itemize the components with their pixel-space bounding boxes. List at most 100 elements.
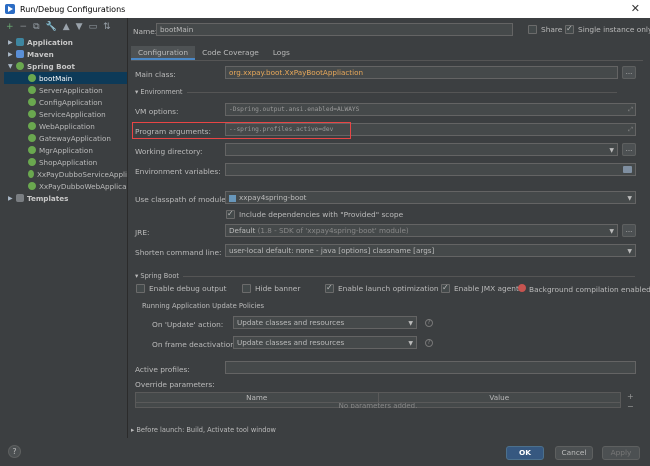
- debug-output-checkbox[interactable]: Enable debug output: [136, 284, 227, 293]
- section-divider: [186, 91, 617, 93]
- folder-icon[interactable]: ▭: [89, 22, 98, 32]
- remove-icon[interactable]: −: [20, 22, 28, 32]
- tab-configuration[interactable]: Configuration: [131, 46, 196, 60]
- working-directory-field[interactable]: ▼: [225, 143, 618, 156]
- expand-icon[interactable]: ⤢: [628, 124, 633, 135]
- name-label: Name:: [133, 27, 158, 36]
- collapse-arrow-icon[interactable]: ▼: [8, 63, 16, 70]
- single-instance-label: Single instance only: [578, 25, 650, 34]
- close-icon[interactable]: ✕: [631, 2, 640, 15]
- name-field[interactable]: bootMain: [156, 23, 513, 36]
- background-compilation-label: Background compilation enabled: [529, 285, 650, 294]
- chevron-down-icon[interactable]: ▼: [627, 246, 632, 256]
- checkbox-box[interactable]: [565, 24, 574, 34]
- tree-item-mgrapplication[interactable]: MgrApplication: [28, 144, 93, 156]
- tab-logs[interactable]: Logs: [266, 46, 297, 60]
- environment-section[interactable]: ▾ Environment: [135, 88, 617, 96]
- vm-options-field[interactable]: -Dspring.output.ansi.enabled=ALWAYS ⤢: [225, 103, 636, 116]
- move-up-icon[interactable]: ▲: [63, 22, 70, 32]
- checkbox-box[interactable]: [325, 283, 334, 293]
- active-profiles-field[interactable]: [225, 361, 636, 374]
- tree-item-serverapplication[interactable]: ServerApplication: [28, 84, 103, 96]
- spring-boot-icon: [28, 110, 36, 118]
- add-icon[interactable]: +: [6, 22, 14, 32]
- jre-detail: (1.8 - SDK of 'xxpay4spring-boot' module…: [257, 226, 409, 235]
- panel-divider[interactable]: [127, 18, 128, 438]
- chevron-down-icon[interactable]: ▼: [609, 145, 614, 155]
- vm-options-value: -Dspring.output.ansi.enabled=ALWAYS: [229, 106, 360, 113]
- tree-item-xxpaydubbowebapplication[interactable]: XxPayDubboWebApplica: [28, 180, 127, 192]
- expand-icon[interactable]: ⤢: [628, 104, 633, 115]
- tab-code-coverage[interactable]: Code Coverage: [195, 46, 266, 60]
- chevron-down-icon[interactable]: ▼: [627, 193, 632, 203]
- tree-item-label: XxPayDubboWebApplica: [39, 181, 127, 191]
- cancel-button[interactable]: Cancel: [555, 446, 593, 460]
- tree-item-label: Spring Boot: [27, 61, 75, 71]
- column-name-header[interactable]: Name: [136, 393, 379, 402]
- checkbox-box[interactable]: [136, 284, 145, 293]
- expand-arrow-icon[interactable]: ▶: [8, 51, 16, 58]
- tree-item-templates[interactable]: ▶ Templates: [8, 192, 68, 204]
- config-tabs: Configuration Code Coverage Logs: [131, 46, 297, 60]
- hide-banner-checkbox[interactable]: Hide banner: [242, 284, 300, 293]
- shorten-command-select[interactable]: user-local default: none - java [options…: [225, 244, 636, 257]
- browse-jre-button[interactable]: ...: [622, 224, 636, 237]
- environment-variables-field[interactable]: [225, 163, 636, 176]
- help-icon[interactable]: ?: [425, 319, 433, 327]
- tree-item-application[interactable]: ▶ Application: [8, 36, 73, 48]
- expand-arrow-icon[interactable]: ▶: [8, 39, 16, 46]
- environment-section-label: Environment: [140, 88, 183, 96]
- before-launch-section[interactable]: ▸ Before launch: Build, Activate tool wi…: [131, 426, 276, 434]
- chevron-down-icon[interactable]: ▼: [609, 226, 614, 236]
- tree-item-configapplication[interactable]: ConfigApplication: [28, 96, 102, 108]
- on-update-select[interactable]: Update classes and resources ▼: [233, 316, 417, 329]
- tree-item-label: ServiceApplication: [39, 109, 106, 119]
- window-title: Run/Debug Configurations: [20, 4, 126, 14]
- move-down-icon[interactable]: ▼: [76, 22, 83, 32]
- spring-boot-section[interactable]: ▾ Spring Boot: [135, 272, 635, 280]
- chevron-down-icon[interactable]: ▼: [408, 318, 413, 328]
- classpath-module-select[interactable]: xxpay4spring-boot ▼: [225, 191, 636, 204]
- browse-working-directory-button[interactable]: ...: [622, 143, 636, 156]
- program-arguments-highlight: [132, 122, 351, 139]
- tree-item-maven[interactable]: ▶ Maven: [8, 48, 54, 60]
- jmx-agent-checkbox[interactable]: Enable JMX agent: [441, 283, 519, 293]
- column-value-header[interactable]: Value: [379, 393, 621, 402]
- checkbox-box[interactable]: [441, 283, 450, 293]
- help-button[interactable]: ?: [8, 445, 21, 458]
- sort-icon[interactable]: ⇅: [103, 22, 111, 32]
- help-icon[interactable]: ?: [425, 339, 433, 347]
- environment-variables-label: Environment variables:: [135, 167, 221, 176]
- tree-item-xxpaydubboserviceapplication[interactable]: XxPayDubboServiceAppli: [28, 168, 127, 180]
- checkbox-box[interactable]: [226, 209, 235, 219]
- folder-icon[interactable]: [623, 166, 632, 173]
- tree-item-shopapplication[interactable]: ShopApplication: [28, 156, 97, 168]
- checkbox-box[interactable]: [242, 284, 251, 293]
- copy-icon[interactable]: ⧉: [33, 22, 39, 32]
- add-parameter-icon[interactable]: +: [627, 392, 634, 401]
- share-checkbox[interactable]: Share: [528, 25, 562, 34]
- title-bar: Run/Debug Configurations ✕: [0, 0, 650, 18]
- tree-item-spring-boot[interactable]: ▼ Spring Boot: [8, 60, 75, 72]
- launch-optimization-checkbox[interactable]: Enable launch optimization: [325, 283, 439, 293]
- include-provided-checkbox[interactable]: Include dependencies with "Provided" sco…: [226, 209, 403, 219]
- tree-item-serviceapplication[interactable]: ServiceApplication: [28, 108, 106, 120]
- wrench-icon[interactable]: 🔧: [46, 22, 57, 32]
- browse-main-class-button[interactable]: ...: [622, 66, 636, 79]
- on-frame-deactivation-select[interactable]: Update classes and resources ▼: [233, 336, 417, 349]
- tree-item-webapplication[interactable]: WebApplication: [28, 120, 95, 132]
- checkbox-box[interactable]: [528, 25, 537, 34]
- apply-button[interactable]: Apply: [602, 446, 640, 460]
- single-instance-checkbox[interactable]: Single instance only: [565, 24, 650, 34]
- override-parameters-table[interactable]: Name Value No parameters added.: [135, 392, 621, 408]
- remove-parameter-icon[interactable]: −: [627, 402, 634, 411]
- main-class-field[interactable]: org.xxpay.boot.XxPayBootAppliaction: [225, 66, 618, 79]
- jre-select[interactable]: Default (1.8 - SDK of 'xxpay4spring-boot…: [225, 224, 618, 237]
- chevron-down-icon[interactable]: ▼: [408, 338, 413, 348]
- active-profiles-label: Active profiles:: [135, 365, 190, 374]
- tree-item-gatewayapplication[interactable]: GatewayApplication: [28, 132, 111, 144]
- jmx-agent-label: Enable JMX agent: [454, 284, 519, 293]
- tree-item-bootmain[interactable]: bootMain: [4, 72, 127, 84]
- expand-arrow-icon[interactable]: ▶: [8, 195, 16, 202]
- ok-button[interactable]: OK: [506, 446, 544, 460]
